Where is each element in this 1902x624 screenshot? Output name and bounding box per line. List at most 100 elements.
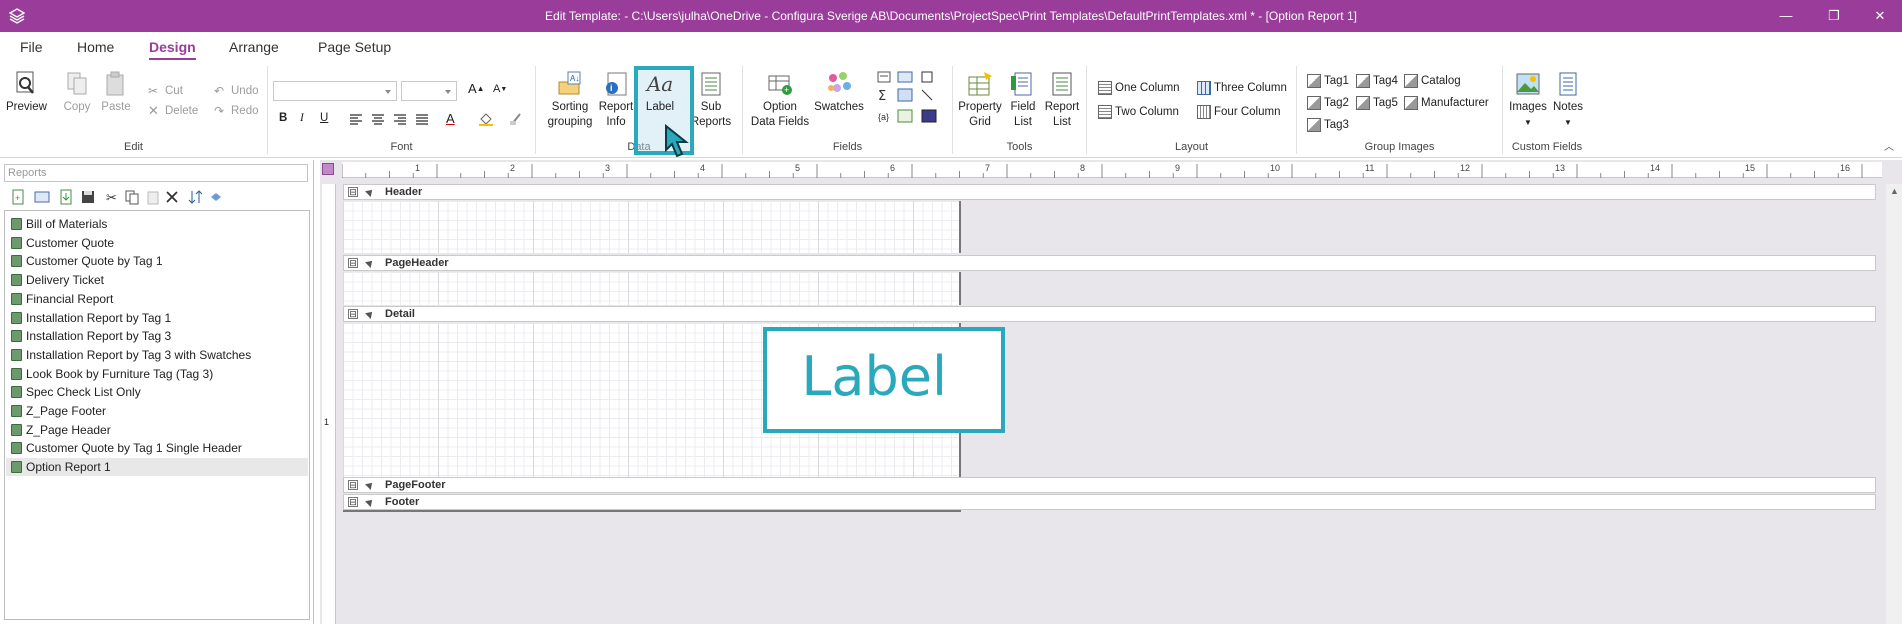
tab-home[interactable]: Home <box>77 39 114 55</box>
band-header-collapse-icon[interactable]: ⊟ <box>348 187 358 197</box>
band-page-footer[interactable]: ⊟ PageFooter <box>343 477 1876 493</box>
report-list-item[interactable]: Bill of Materials <box>6 215 308 233</box>
underline-button[interactable]: U <box>320 112 328 124</box>
font-family-combo[interactable] <box>273 81 397 101</box>
field-tool-icons[interactable]: Σ {a} <box>876 70 948 128</box>
sub-reports-button[interactable]: Sub Reports <box>689 70 733 130</box>
tag4-button[interactable]: Tag4 <box>1356 74 1398 88</box>
report-list-button[interactable]: Report List <box>1042 70 1082 130</box>
label-button[interactable]: Aa Label <box>641 70 679 115</box>
tag2-button[interactable]: Tag2 <box>1307 96 1349 110</box>
report-list-item[interactable]: Customer Quote <box>6 234 308 252</box>
images-button[interactable]: Images ▼ <box>1507 70 1549 130</box>
cut-report-icon[interactable]: ✂ <box>104 189 120 205</box>
tab-page-setup[interactable]: Page Setup <box>318 39 391 55</box>
property-grid-button[interactable]: Property Grid <box>957 70 1003 130</box>
report-list-item[interactable]: Z_Page Header <box>6 421 308 439</box>
collapse-ribbon-icon[interactable]: ︿ <box>1884 138 1894 153</box>
label-control-preview[interactable]: Label <box>763 327 1005 433</box>
redo-button[interactable]: ↷ Redo <box>214 104 259 118</box>
sort-reports-icon[interactable] <box>188 189 204 205</box>
band-page-header[interactable]: ⊟ PageHeader <box>343 255 1876 271</box>
font-color-button[interactable]: A <box>446 111 455 126</box>
import-report-icon[interactable] <box>58 189 74 205</box>
tab-design[interactable]: Design <box>149 39 196 60</box>
paste-report-icon[interactable] <box>145 189 161 205</box>
reports-search-input[interactable]: Reports <box>4 164 308 182</box>
band-header[interactable]: ⊟ Header <box>343 184 1876 200</box>
paste-button[interactable]: Paste <box>98 70 134 115</box>
ruler-corner[interactable] <box>322 163 334 175</box>
tab-file[interactable]: File <box>20 39 43 55</box>
report-list-item[interactable]: Financial Report <box>6 290 308 308</box>
catalog-button[interactable]: Catalog <box>1404 74 1461 88</box>
undo-button[interactable]: ↶ Undo <box>214 84 259 98</box>
band-footer-expand-icon[interactable] <box>365 497 375 507</box>
report-list-item[interactable]: Delivery Ticket <box>6 271 308 289</box>
band-header-expand-icon[interactable] <box>365 187 375 197</box>
tag5-button[interactable]: Tag5 <box>1356 96 1398 110</box>
report-list-item[interactable]: Customer Quote by Tag 1 Single Header <box>6 439 308 457</box>
one-column-button[interactable]: One Column <box>1098 81 1180 95</box>
cut-button[interactable]: ✂ Cut <box>148 84 183 98</box>
vertical-scrollbar[interactable]: ▲ <box>1886 184 1902 624</box>
fields-group-label: Fields <box>832 141 863 153</box>
sorting-grouping-button[interactable]: A↓ Sorting grouping <box>544 70 596 130</box>
manufacturer-button[interactable]: Manufacturer <box>1404 96 1489 110</box>
copy-report-icon[interactable] <box>124 189 140 205</box>
option-data-fields-button[interactable]: + Option Data Fields <box>747 70 813 130</box>
report-icon <box>11 236 22 249</box>
close-button[interactable]: ✕ <box>1857 0 1902 32</box>
restore-button[interactable]: ❐ <box>1811 0 1857 32</box>
tab-arrange[interactable]: Arrange <box>229 39 279 55</box>
report-list-item[interactable]: Spec Check List Only <box>6 383 308 401</box>
align-icons[interactable] <box>348 113 434 127</box>
fill-color-icon[interactable] <box>478 112 494 126</box>
clear-format-icon[interactable] <box>508 112 524 126</box>
field-list-button[interactable]: Field List <box>1005 70 1041 130</box>
font-size-combo[interactable] <box>401 81 457 101</box>
add-report-icon[interactable] <box>34 189 50 205</box>
band-page-footer-collapse-icon[interactable]: ⊟ <box>348 480 358 490</box>
swatches-button[interactable]: Swatches <box>809 70 869 115</box>
report-list-item[interactable]: Z_Page Footer <box>6 402 308 420</box>
save-icon[interactable] <box>80 189 96 205</box>
band-footer[interactable]: ⊟ Footer <box>343 494 1876 510</box>
bold-button[interactable]: B <box>279 112 287 124</box>
header-band-area[interactable] <box>343 201 961 253</box>
tag3-button[interactable]: Tag3 <box>1307 118 1349 132</box>
report-list-item[interactable]: Option Report 1 <box>6 458 308 477</box>
band-detail[interactable]: ⊟ Detail <box>343 306 1876 322</box>
report-icon <box>11 274 22 287</box>
band-detail-collapse-icon[interactable]: ⊟ <box>348 309 358 319</box>
page-header-band-area[interactable] <box>343 272 961 305</box>
two-column-button[interactable]: Two Column <box>1098 105 1179 119</box>
delete-report-icon[interactable] <box>164 189 180 205</box>
preview-button[interactable]: Preview <box>6 70 47 115</box>
italic-button[interactable]: I <box>300 112 304 124</box>
report-list-item[interactable]: Installation Report by Tag 1 <box>6 309 308 327</box>
delete-button[interactable]: ✕ Delete <box>148 104 198 118</box>
three-column-button[interactable]: Three Column <box>1197 81 1287 95</box>
copy-button[interactable]: Copy <box>60 70 94 115</box>
new-report-icon[interactable]: + <box>10 189 26 205</box>
move-icon[interactable] <box>208 189 224 205</box>
band-page-header-expand-icon[interactable] <box>365 258 375 268</box>
scroll-up-icon[interactable]: ▲ <box>1890 186 1899 196</box>
report-info-button[interactable]: i Report Info <box>596 70 636 130</box>
field-list-icon <box>1011 72 1032 96</box>
band-page-footer-expand-icon[interactable] <box>365 480 375 490</box>
four-column-button[interactable]: Four Column <box>1197 105 1280 119</box>
report-list-item[interactable]: Installation Report by Tag 3 with Swatch… <box>6 346 308 364</box>
grow-font-button[interactable]: A ▲ <box>468 81 485 96</box>
shrink-font-button[interactable]: A ▼ <box>493 83 507 95</box>
band-page-header-collapse-icon[interactable]: ⊟ <box>348 258 358 268</box>
report-list-item[interactable]: Installation Report by Tag 3 <box>6 327 308 345</box>
band-footer-collapse-icon[interactable]: ⊟ <box>348 497 358 507</box>
band-detail-expand-icon[interactable] <box>365 309 375 319</box>
report-list-item[interactable]: Customer Quote by Tag 1 <box>6 252 308 270</box>
report-list-item[interactable]: Look Book by Furniture Tag (Tag 3) <box>6 365 308 383</box>
tag1-button[interactable]: Tag1 <box>1307 74 1349 88</box>
minimize-button[interactable]: — <box>1763 0 1809 32</box>
notes-button[interactable]: Notes ▼ <box>1549 70 1587 130</box>
